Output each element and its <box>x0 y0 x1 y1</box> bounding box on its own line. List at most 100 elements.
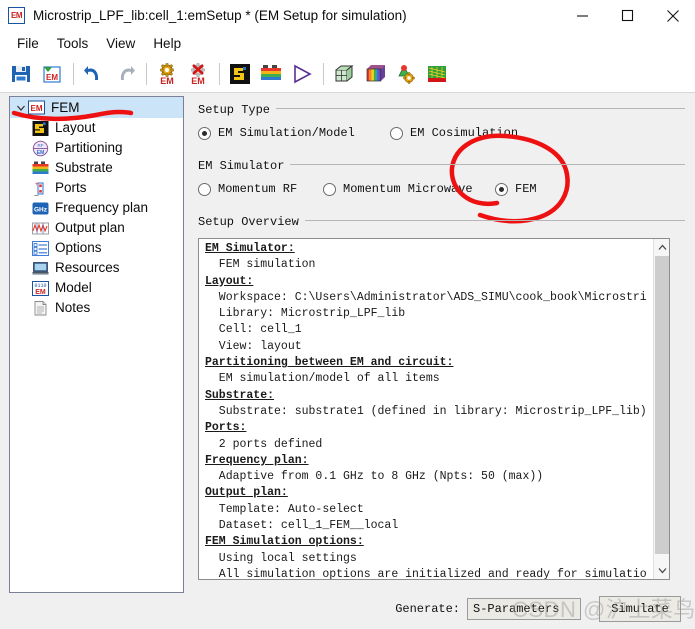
sidebar-item-label: Notes <box>55 300 91 316</box>
sidebar-item-fem-root[interactable]: EM FEM <box>10 97 183 118</box>
overview-line: Workspace: C:\Users\Administrator\ADS_SI… <box>205 290 647 304</box>
radio-indicator[interactable] <box>198 126 211 140</box>
menu-bar: File Tools View Help <box>0 31 695 55</box>
setup-type-radios: EM Simulation/Model EM Cosimulation <box>198 126 685 140</box>
sidebar-item-layout[interactable]: Layout <box>10 118 183 138</box>
overview-vertical-scrollbar[interactable] <box>653 239 669 579</box>
overview-line: Adaptive from 0.1 GHz to 8 GHz (Npts: 50… <box>205 470 544 484</box>
svg-text:EM: EM <box>46 73 58 82</box>
undo-button[interactable] <box>79 59 108 89</box>
mesh-view-button[interactable] <box>422 59 451 89</box>
radio-indicator[interactable] <box>198 182 211 196</box>
computer-icon <box>32 260 49 277</box>
svg-text:+: + <box>35 182 39 188</box>
3d-color-view-button[interactable] <box>360 59 389 89</box>
setup-overview-group: Setup Overview EM Simulator: FEM simulat… <box>198 212 685 580</box>
generate-select[interactable]: S-Parameters <box>467 598 581 620</box>
overview-line: Substrate: substrate1 (defined in librar… <box>205 404 647 418</box>
radio-em-cosimulation[interactable]: EM Cosimulation <box>390 126 518 140</box>
scroll-up-arrow-icon[interactable] <box>654 239 669 256</box>
scrollbar-thumb[interactable] <box>655 256 669 554</box>
overview-section-heading: Frequency plan: <box>205 453 309 467</box>
radio-momentum-microwave[interactable]: Momentum Microwave <box>323 182 495 196</box>
setup-overview-textbox[interactable]: EM Simulator: FEM simulation Layout: Work… <box>198 238 670 580</box>
overview-section-heading: EM Simulator: <box>205 242 295 255</box>
setup-type-title: Setup Type <box>198 103 277 117</box>
options-list-icon <box>32 240 49 257</box>
sidebar-item-partitioning[interactable]: RF EM Partitioning <box>10 138 183 158</box>
maximize-icon[interactable] <box>605 0 650 31</box>
overview-line: 2 ports defined <box>205 437 323 451</box>
menu-item-file[interactable]: File <box>8 34 48 53</box>
ghz-icon: GHz <box>32 200 49 217</box>
sidebar-item-label: Model <box>55 280 92 296</box>
3d-view-button[interactable] <box>329 59 358 89</box>
sidebar-item-label: Frequency plan <box>55 200 149 216</box>
setup-type-group: Setup Type EM Simulation/Model EM Cosimu… <box>198 100 685 140</box>
save-button[interactable] <box>6 59 35 89</box>
sidebar-item-resources[interactable]: Resources <box>10 258 183 278</box>
radio-indicator[interactable] <box>323 182 336 196</box>
radio-fem[interactable]: FEM <box>495 182 537 196</box>
window-controls <box>560 0 695 31</box>
app-em-icon: EM <box>8 7 25 24</box>
radio-indicator[interactable] <box>495 182 508 196</box>
svg-text:GHz: GHz <box>34 206 48 213</box>
sidebar-item-output-plan[interactable]: Output plan <box>10 218 183 238</box>
radio-momentum-rf[interactable]: Momentum RF <box>198 182 323 196</box>
setup-overview-title: Setup Overview <box>198 215 305 229</box>
setup-tree-panel[interactable]: EM FEM Layout RF EM Partitioning Substrat… <box>9 96 184 593</box>
menu-item-help[interactable]: Help <box>144 34 190 53</box>
sidebar-item-label: Options <box>55 240 102 256</box>
layout-icon <box>32 120 49 137</box>
redo-button[interactable] <box>110 59 139 89</box>
sidebar-item-label: FEM <box>51 99 80 115</box>
sidebar-item-label: Substrate <box>55 160 113 176</box>
title-bar: EM Microstrip_LPF_lib:cell_1:emSetup * (… <box>0 0 695 31</box>
close-icon[interactable] <box>650 0 695 31</box>
sidebar-item-label: Output plan <box>55 220 125 236</box>
waveform-icon <box>32 220 49 237</box>
sidebar-item-ports[interactable]: + _ Ports <box>10 178 183 198</box>
overview-line: EM simulation/model of all items <box>205 372 440 386</box>
toolbar-separator <box>323 62 324 85</box>
radio-em-simulation-model[interactable]: EM Simulation/Model <box>198 126 390 140</box>
save-em-setup-button[interactable]: EM <box>37 59 66 89</box>
partitioning-icon: RF EM <box>32 140 49 157</box>
chevron-down-icon[interactable] <box>14 101 28 115</box>
sidebar-item-substrate[interactable]: Substrate <box>10 158 183 178</box>
menu-item-tools[interactable]: Tools <box>48 34 98 53</box>
em-simulator-radios: Momentum RF Momentum Microwave FEM <box>198 182 685 196</box>
overview-line: View: layout <box>205 339 302 353</box>
substrate-button[interactable] <box>256 59 285 89</box>
em-setup-window: EM Microstrip_LPF_lib:cell_1:emSetup * (… <box>0 0 695 629</box>
svg-text:EM: EM <box>160 76 174 86</box>
overview-line: All simulation options are initialized a… <box>205 567 647 580</box>
em-delete-button[interactable]: EM <box>183 59 212 89</box>
overview-section-heading: Ports: <box>205 421 247 435</box>
sidebar-item-model[interactable]: 0110 EM Model <box>10 278 183 298</box>
em-model-icon: 0110 EM <box>32 280 49 297</box>
sidebar-item-label: Ports <box>55 180 87 196</box>
overview-section-heading: Substrate: <box>205 388 275 402</box>
overview-line: Using local settings <box>205 551 357 565</box>
mesh-settings-button[interactable] <box>391 59 420 89</box>
svg-text:EM: EM <box>37 150 45 156</box>
svg-text:EM: EM <box>191 76 205 86</box>
generate-label: Generate: <box>395 602 460 616</box>
sidebar-item-options[interactable]: Options <box>10 238 183 258</box>
radio-indicator[interactable] <box>390 126 403 140</box>
em-settings-button[interactable]: EM <box>152 59 181 89</box>
scroll-down-arrow-icon[interactable] <box>654 562 669 579</box>
menu-item-view[interactable]: View <box>97 34 144 53</box>
simulate-play-button[interactable] <box>287 59 316 89</box>
sidebar-item-frequency-plan[interactable]: GHz Frequency plan <box>10 198 183 218</box>
layout-button[interactable] <box>225 59 254 89</box>
simulate-button[interactable]: Simulate <box>599 596 681 622</box>
footer-bar: Generate: S-Parameters Simulate <box>0 589 695 629</box>
svg-text:EM: EM <box>31 104 43 113</box>
minimize-icon[interactable] <box>560 0 605 31</box>
toolbar-separator <box>146 62 147 85</box>
overview-line: Cell: cell_1 <box>205 323 302 337</box>
sidebar-item-notes[interactable]: Notes <box>10 298 183 318</box>
